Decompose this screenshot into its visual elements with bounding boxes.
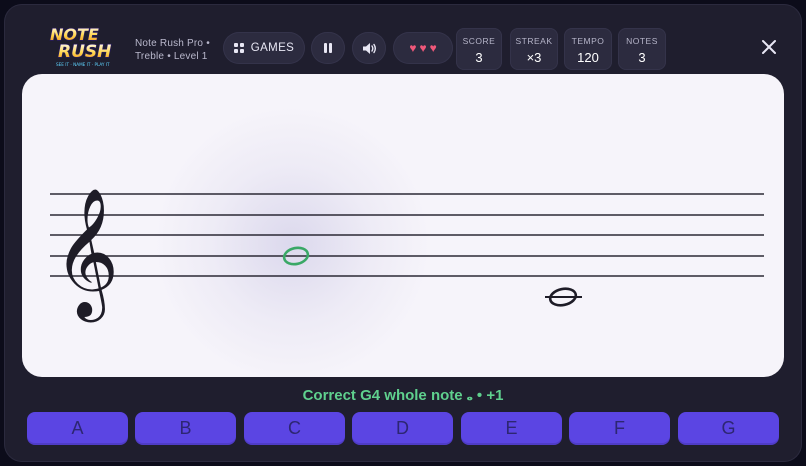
- answer-key-a[interactable]: A: [27, 412, 128, 445]
- answer-key-f[interactable]: F: [569, 412, 670, 445]
- tempo-value: 120: [577, 50, 599, 65]
- answer-key-e[interactable]: E: [461, 412, 562, 445]
- streak-value: ×3: [526, 50, 542, 65]
- notes-label: NOTES: [626, 36, 658, 46]
- games-button[interactable]: GAMES: [223, 32, 305, 64]
- answer-key-g[interactable]: G: [678, 412, 779, 445]
- logo-word-2: RUSH: [58, 42, 111, 62]
- speaker-icon: [362, 42, 376, 54]
- heart-icon: ♥: [429, 41, 437, 55]
- subtitle-level: Level 1: [173, 51, 208, 62]
- game-subtitle: Note Rush Pro • Treble • Level 1: [135, 38, 210, 62]
- treble-clef-icon: 𝄞: [53, 187, 119, 323]
- games-button-label: GAMES: [250, 42, 295, 54]
- feedback-message: Correct G4 whole note 𝅝 • +1: [302, 387, 504, 404]
- pause-icon: [324, 43, 332, 53]
- logo-tagline: SEE IT · NAME IT · PLAY IT: [56, 62, 110, 67]
- grid-icon: [233, 43, 244, 53]
- answer-key-d[interactable]: D: [352, 412, 453, 445]
- close-icon: [762, 40, 776, 54]
- pause-button[interactable]: [311, 32, 345, 64]
- subtitle-game: Note Rush Pro: [135, 38, 204, 49]
- subtitle-clef: Treble: [135, 51, 165, 62]
- notes-stat: NOTES 3: [618, 28, 666, 70]
- streak-label: STREAK: [515, 36, 553, 46]
- heart-icon: ♥: [419, 41, 427, 55]
- score-value: 3: [475, 50, 483, 65]
- note-rush-logo: NOTE RUSH SEE IT · NAME IT · PLAY IT: [49, 24, 112, 67]
- music-staff: 𝄞: [50, 187, 764, 323]
- tempo-label: TEMPO: [571, 36, 605, 46]
- notes-value: 3: [638, 50, 646, 65]
- answer-key-b[interactable]: B: [135, 412, 236, 445]
- close-button[interactable]: [756, 34, 782, 60]
- heart-icon: ♥: [409, 41, 417, 55]
- lives-indicator: ♥ ♥ ♥: [393, 32, 453, 64]
- score-stat: SCORE 3: [456, 28, 502, 70]
- score-label: SCORE: [462, 36, 496, 46]
- staff-panel: 𝄞: [22, 74, 784, 377]
- answer-keyboard: A B C D E F G: [27, 412, 779, 445]
- sound-button[interactable]: [352, 32, 386, 64]
- answer-key-c[interactable]: C: [244, 412, 345, 445]
- staff-lines: [50, 193, 764, 277]
- tempo-stat: TEMPO 120: [564, 28, 612, 70]
- streak-stat: STREAK ×3: [510, 28, 558, 70]
